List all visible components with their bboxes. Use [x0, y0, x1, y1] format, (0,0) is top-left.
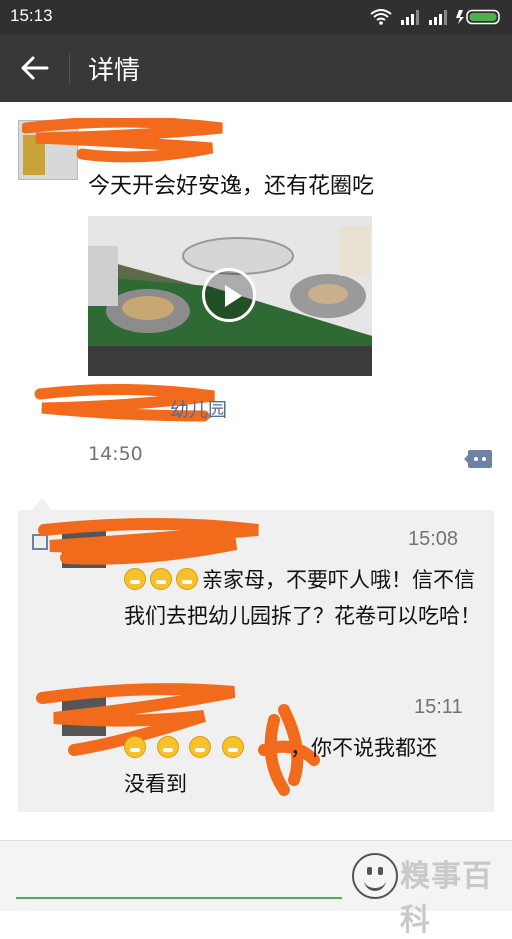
comment-time: 15:11 [414, 696, 463, 718]
emoji-icon [222, 736, 245, 758]
status-bar: 15:13 [0, 0, 512, 34]
comment-input-bar: 糗事百科 [0, 840, 512, 938]
redaction-mark [38, 518, 259, 565]
emoji-icon [124, 736, 146, 758]
comment-body-continued: 没看到 [124, 772, 187, 796]
battery-icon [456, 9, 500, 25]
play-icon[interactable] [202, 268, 256, 322]
emoji-icon [176, 568, 198, 590]
wifi-icon [370, 9, 392, 25]
comment-text: ，你不说我都还 没看到 [124, 730, 484, 802]
smiley-icon[interactable] [352, 853, 398, 899]
emoji-icon [124, 568, 146, 590]
location-text[interactable]: 幼儿园 [170, 399, 227, 421]
status-icons [370, 8, 502, 26]
post-time: 14:50 [88, 443, 143, 465]
comment-input[interactable] [16, 897, 342, 899]
title-bar: 详情 [0, 34, 512, 102]
video-thumbnail[interactable] [88, 216, 372, 376]
page-title: 详情 [88, 56, 141, 86]
comment-text: 亲家母，不要吓人哦！信不信我们去把幼儿园拆了？花卷可以吃哈！ [124, 562, 484, 634]
comment-icon[interactable] [464, 448, 494, 470]
emoji-icon [156, 736, 179, 758]
post-text: 今天开会好安逸，还有花圈吃 [88, 174, 375, 199]
signal-icon [401, 10, 419, 25]
back-arrow-icon[interactable] [14, 46, 58, 90]
emoji-icon [189, 736, 212, 758]
comment-time: 15:08 [408, 528, 459, 550]
watermark: 糗事百科 [400, 859, 493, 938]
comment-body: ，你不说我都还 [290, 736, 438, 760]
comments-panel: 15:08 亲家母，不要吓人哦！信不信我们去把幼儿园拆了？花卷可以吃哈！ 15:… [18, 510, 494, 812]
emoji-icon [150, 568, 172, 590]
signal-icon [429, 10, 447, 25]
status-time: 15:13 [10, 6, 53, 25]
redaction-mark [22, 118, 223, 163]
title-divider [69, 54, 70, 84]
comments-arrow [32, 498, 52, 510]
post-location[interactable]: 幼儿园 [170, 395, 227, 422]
